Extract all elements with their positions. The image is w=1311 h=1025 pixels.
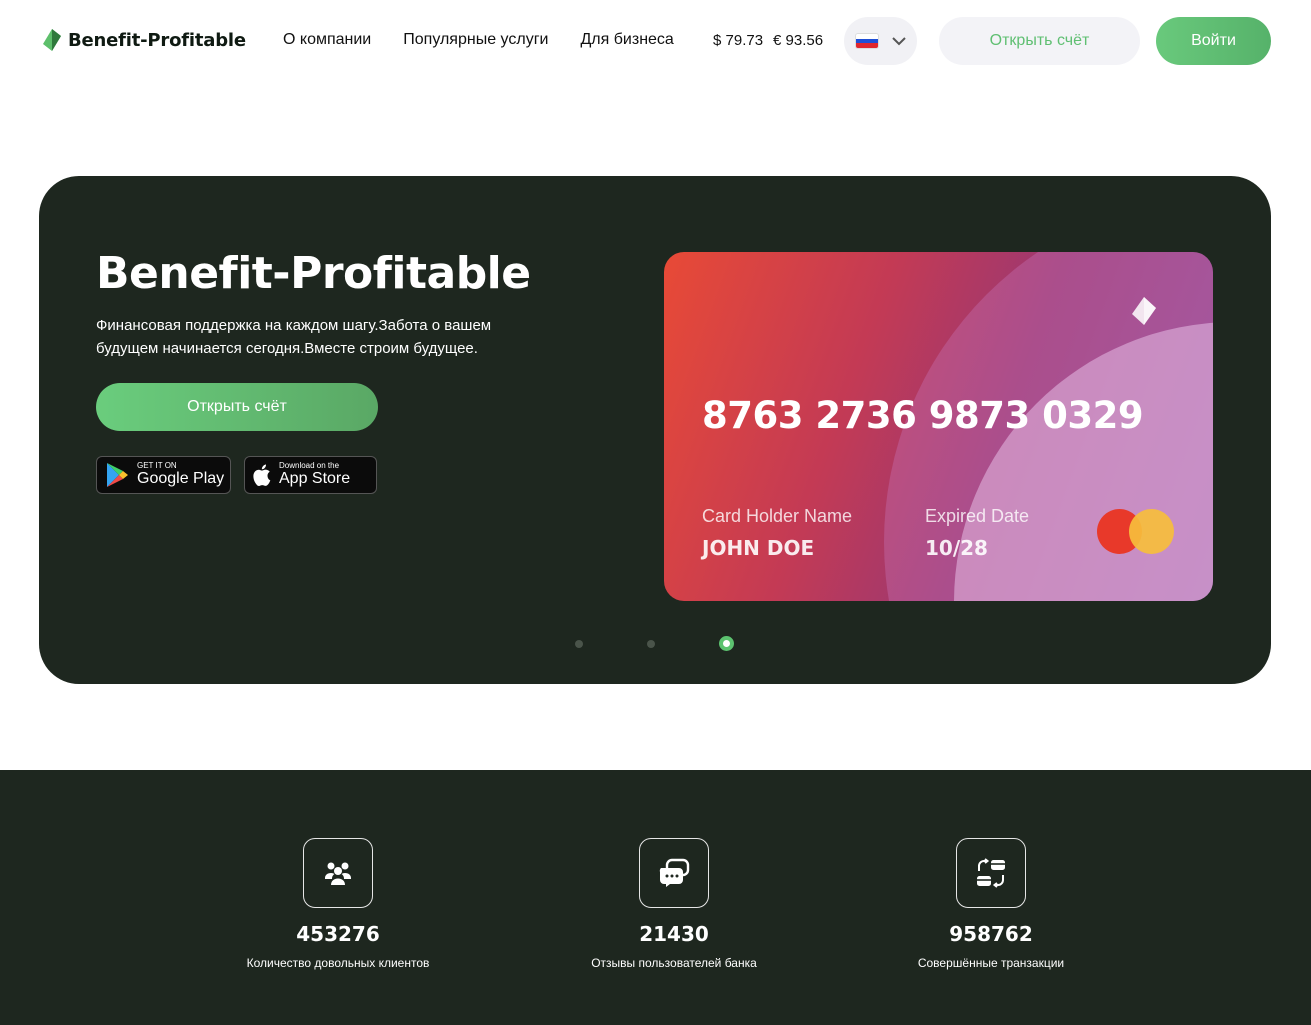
app-store-big-text: App Store [279, 470, 351, 487]
chevron-down-icon [891, 36, 906, 45]
credit-card-image: 8763 2736 9873 0329 Card Holder Name JOH… [664, 252, 1213, 601]
card-holder-value: JOHN DOE [702, 536, 815, 560]
carousel-dot-2[interactable] [647, 640, 655, 648]
language-selector[interactable] [844, 17, 917, 65]
google-play-small-text: GET IT ON [137, 461, 177, 470]
hero-subtitle: Финансовая поддержка на каждом шагу.Забо… [96, 317, 492, 357]
stat-clients: 453276 Количество довольных клиентов [218, 838, 458, 970]
logo[interactable]: Benefit-Profitable [42, 28, 246, 52]
google-play-button[interactable]: GET IT ON Google Play [96, 456, 231, 494]
stat-transactions: 958762 Совершённые транзакции [871, 838, 1111, 970]
mastercard-icon [1097, 509, 1177, 555]
logo-text: Benefit-Profitable [68, 29, 246, 51]
stat-clients-label: Количество довольных клиентов [246, 956, 430, 970]
open-account-button[interactable]: Открыть счёт [939, 17, 1140, 65]
stats-section: 453276 Количество довольных клиентов 214… [0, 770, 1311, 1025]
card-brand-icon [1132, 297, 1156, 325]
carousel-dot-3[interactable] [719, 636, 734, 651]
main-nav: О компании Популярные услуги Для бизнеса [283, 31, 674, 49]
stat-transactions-value: 958762 [949, 922, 1033, 946]
users-icon [303, 838, 373, 908]
eur-rate: € 93.56 [773, 32, 824, 49]
stat-reviews-value: 21430 [639, 922, 709, 946]
google-play-icon [107, 463, 128, 487]
app-store-small-text: Download on the [279, 461, 340, 470]
exchange-rates: $ 79.73 € 93.56 [713, 32, 823, 49]
stat-clients-value: 453276 [296, 922, 380, 946]
card-expiry-value: 10/28 [925, 536, 988, 560]
app-store-button[interactable]: Download on the App Store [244, 456, 377, 494]
card-expiry-label: Expired Date [925, 506, 1030, 526]
login-button[interactable]: Войти [1156, 17, 1271, 65]
ru-flag-icon [855, 34, 878, 48]
transactions-icon [956, 838, 1026, 908]
google-play-big-text: Google Play [137, 470, 225, 487]
hero-title: Benefit-Profitable [96, 248, 531, 299]
stat-reviews: 21430 Отзывы пользователей банка [554, 838, 794, 970]
card-number: 8763 2736 9873 0329 [702, 394, 1144, 437]
stat-reviews-label: Отзывы пользователей банка [591, 956, 757, 970]
apple-icon [253, 464, 271, 486]
hero-open-account-button[interactable]: Открыть счёт [96, 383, 378, 431]
chat-icon [639, 838, 709, 908]
card-holder-label: Card Holder Name [702, 506, 853, 526]
carousel-dot-1[interactable] [575, 640, 583, 648]
usd-rate: $ 79.73 [713, 32, 764, 49]
nav-item-business[interactable]: Для бизнеса [580, 31, 673, 49]
hero-banner: Benefit-Profitable Финансовая поддержка … [39, 176, 1271, 684]
carousel-dots [39, 636, 1271, 652]
nav-item-about[interactable]: О компании [283, 31, 371, 49]
nav-item-services[interactable]: Популярные услуги [403, 31, 548, 49]
header: Benefit-Profitable О компании Популярные… [0, 0, 1311, 82]
stat-transactions-label: Совершённые транзакции [917, 956, 1065, 970]
logo-icon [43, 29, 61, 51]
